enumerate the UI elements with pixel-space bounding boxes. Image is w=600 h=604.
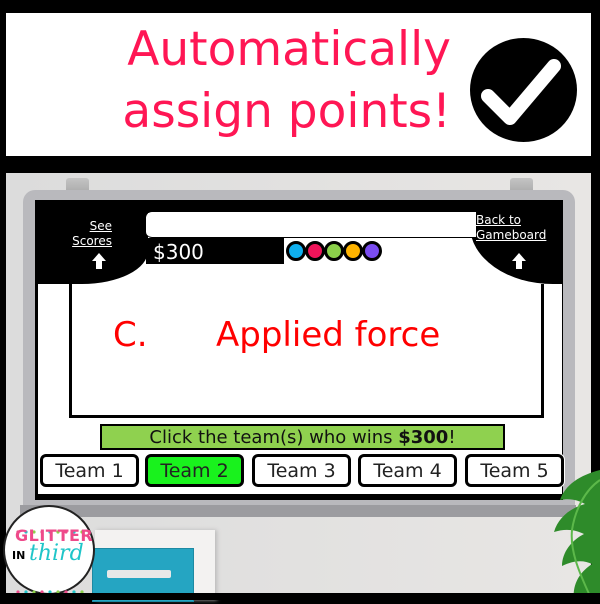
instruction-text: Click the team(s) who wins [149,427,399,448]
point-value: $300 [153,240,204,264]
logo-dots-top [15,519,87,534]
see-scores-link[interactable]: See Scores [58,219,112,249]
image-border [0,593,600,600]
brand-logo: GLITTER IN third [3,505,95,595]
team-dot [305,241,325,261]
answer-letter: C. [113,315,148,355]
team-color-dots [286,241,382,261]
storage-bin-handle [107,570,171,578]
arrow-up-icon[interactable] [512,253,526,269]
answer-text: Applied force [216,315,441,355]
team-dot [324,241,344,261]
instruction-amount: $300 [398,427,449,448]
logo-dots-bottom [15,579,87,594]
category-title-bar [146,212,476,238]
promo-headline: Automatically assign points! [106,19,451,143]
team-dot [343,241,363,261]
see-scores-line-2: Scores [72,234,112,248]
arrow-up-icon[interactable] [92,253,106,269]
team-dot [286,241,306,261]
team-buttons: Team 1 Team 2 Team 3 Team 4 Team 5 [40,454,565,492]
instruction-banner: Click the team(s) who wins $300! [100,424,505,450]
slide-bottom-edge [38,494,562,499]
headline-line-1: Automatically [127,22,451,77]
back-line-2: Gameboard [476,228,547,242]
promo-banner: Automatically assign points! [6,13,591,156]
logo-text-in: IN [12,549,26,562]
logo-text-third: third [29,541,84,566]
team-button-1[interactable]: Team 1 [40,454,139,487]
checkmark-icon [470,38,577,142]
team-button-3[interactable]: Team 3 [252,454,351,487]
team-button-4[interactable]: Team 4 [358,454,457,487]
headline-line-2: assign points! [122,84,451,139]
team-button-2[interactable]: Team 2 [145,454,244,487]
whiteboard-tray [20,505,576,517]
back-to-gameboard-link[interactable]: Back to Gameboard [476,213,560,243]
back-line-1: Back to [476,213,521,227]
team-dot [362,241,382,261]
plant-leaf-icon [540,470,600,600]
see-scores-line-1: See [89,219,112,233]
instruction-suffix: ! [448,427,456,448]
